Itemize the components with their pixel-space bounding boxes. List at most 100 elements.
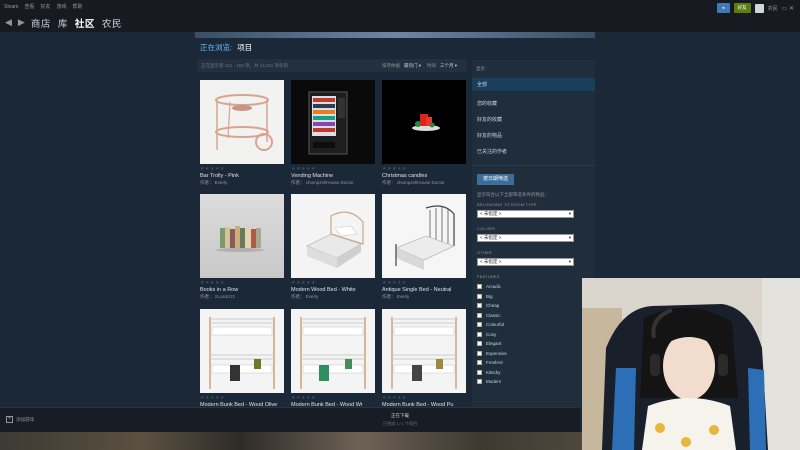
feature-checkbox[interactable]: Big <box>477 292 595 302</box>
workshop-item[interactable]: ★★★★★ Modern Bunk Bed - Wood Wr <box>291 309 375 408</box>
account-name[interactable]: 农民 <box>768 5 778 12</box>
workshop-item[interactable]: ★★★★★ Vending Machine 作者： chompzel/House… <box>291 80 375 186</box>
feature-checkbox[interactable]: Arcadic <box>477 282 595 292</box>
colors-value: < 未指定 > <box>480 235 502 240</box>
filter-apply-button[interactable]: 按日期筛选 <box>477 174 515 185</box>
chevron-down-icon: ▾ <box>568 211 571 216</box>
filter-all[interactable]: 全部 <box>472 78 595 91</box>
feature-checkbox[interactable]: Cheap <box>477 301 595 311</box>
feature-checkbox[interactable]: Classic <box>477 311 595 321</box>
item-thumbnail[interactable] <box>291 80 375 164</box>
item-title[interactable]: Modern Wood Bed - White <box>291 287 375 293</box>
item-title[interactable]: Books in a Row <box>200 287 284 293</box>
item-thumbnail[interactable] <box>200 80 284 164</box>
workshop-item[interactable]: ★★★★★ Modern Wood Bed - White 作者： Everly <box>291 194 375 300</box>
item-title[interactable]: Antique Single Bed - Neutral <box>382 287 466 293</box>
menu-item-steam[interactable]: Steam <box>4 4 18 10</box>
add-game-button[interactable]: + 添加游戏 <box>6 416 34 423</box>
item-title[interactable]: Bar Trolly - Pink <box>200 173 284 179</box>
announcement-button[interactable]: ◂ <box>716 3 730 13</box>
nav-community[interactable]: 社区 <box>75 16 95 30</box>
menu-item-friends[interactable]: 好友 <box>40 3 50 10</box>
nav-library[interactable]: 库 <box>58 16 68 30</box>
menu-bar: Steam 查看 好友 游戏 帮助 <box>0 0 800 13</box>
steam-window: Steam 查看 好友 游戏 帮助 ◂ 好友 农民 ▭ ✕ ◀ ▶ 商店 库 社… <box>0 0 800 450</box>
breadcrumb-current: 项目 <box>237 43 253 52</box>
feature-checkbox[interactable]: Elegant <box>477 339 595 349</box>
checkbox[interactable] <box>477 312 482 318</box>
other-select[interactable]: < 未指定 > ▾ <box>477 258 574 266</box>
filter-friends-items[interactable]: 好友的物品 <box>472 132 595 139</box>
menu-item-view[interactable]: 查看 <box>24 3 34 10</box>
item-author[interactable]: 作者： Everly <box>200 180 284 186</box>
item-title[interactable]: Vending Machine <box>291 173 375 179</box>
checkbox[interactable] <box>477 379 482 385</box>
item-thumbnail[interactable] <box>382 194 466 278</box>
item-thumbnail[interactable] <box>291 309 375 393</box>
checkbox[interactable] <box>477 293 482 299</box>
feature-checkbox[interactable]: Colourful <box>477 320 595 330</box>
feature-checkbox[interactable]: Kitschy <box>477 368 595 378</box>
menu-item-help[interactable]: 帮助 <box>73 3 83 10</box>
nav-profile[interactable]: 农民 <box>102 16 122 30</box>
nav-store[interactable]: 商店 <box>31 16 51 30</box>
workshop-item[interactable]: ★★★★★ Books in a Row 作者： zLLamzzz <box>200 194 284 300</box>
feature-label: Expensive <box>486 350 507 356</box>
item-author[interactable]: 作者： chompzel/House Doctor <box>291 180 375 186</box>
feature-label: FreshAir <box>486 360 504 366</box>
avatar[interactable] <box>754 3 764 13</box>
menu-item-games[interactable]: 游戏 <box>56 3 66 10</box>
header-banner <box>195 32 595 38</box>
feature-checkbox[interactable]: FreshAir <box>477 358 595 368</box>
checkbox[interactable] <box>477 360 482 366</box>
checkbox[interactable] <box>477 284 482 290</box>
friends-button[interactable]: 好友 <box>733 3 751 13</box>
item-thumbnail[interactable] <box>291 194 375 278</box>
workshop-item[interactable]: ★★★★★ Antique Single Bed - Neutral 作者： E… <box>382 194 466 300</box>
workshop-item[interactable]: ★★★★★ Modern Bunk Bed - Wood Pu <box>382 309 466 408</box>
item-thumbnail[interactable] <box>200 194 284 278</box>
item-author[interactable]: 作者： zLLamzzz <box>200 294 284 300</box>
room-type-select[interactable]: < 未指定 > ▾ <box>477 210 574 218</box>
webcam-overlay <box>582 278 800 450</box>
forward-arrow-icon[interactable]: ▶ <box>18 17 25 28</box>
filter-friends-favorites[interactable]: 好友的收藏 <box>472 116 595 123</box>
filter-show-label: 显示 <box>476 66 485 71</box>
rating-stars: ★★★★★ <box>291 166 316 172</box>
item-author[interactable]: 作者： chompzel/House Doctor <box>382 180 466 186</box>
streamer-webcam-image <box>582 278 800 450</box>
feature-label: Arcadic <box>486 284 502 290</box>
checkbox[interactable] <box>477 350 482 356</box>
colors-select[interactable]: < 未指定 > ▾ <box>477 234 574 242</box>
feature-checkbox[interactable]: Cosy <box>477 330 595 340</box>
filter-followed-authors[interactable]: 已关注的作者 <box>472 148 595 155</box>
downloads-status[interactable]: 正在下载 已完成 1 / 1 个项目 <box>370 413 430 427</box>
feature-checkbox[interactable]: Expensive <box>477 349 595 359</box>
window-controls[interactable]: ▭ ✕ <box>782 5 794 12</box>
time-dropdown[interactable]: 三个月 ▾ <box>440 63 457 69</box>
item-author[interactable]: 作者： Everly <box>291 294 375 300</box>
workshop-item[interactable]: ★★★★★ Modern Bunk Bed - Wood Olive <box>200 309 284 408</box>
workshop-item[interactable]: ★★★★★ Christmas candles 作者： chompzel/Hou… <box>382 80 466 186</box>
feature-label: Classic <box>486 312 501 318</box>
item-author[interactable]: 作者： Everly <box>382 294 466 300</box>
item-thumbnail[interactable] <box>382 80 466 164</box>
filter-your-favorites[interactable]: 您的收藏 <box>472 100 595 107</box>
sort-dropdown[interactable]: 最热门 ▾ <box>404 63 421 69</box>
checkbox[interactable] <box>477 369 482 375</box>
rating-stars: ★★★★★ <box>200 395 225 401</box>
back-arrow-icon[interactable]: ◀ <box>5 17 12 28</box>
checkbox[interactable] <box>477 322 482 328</box>
checkbox[interactable] <box>477 341 482 347</box>
item-thumbnail[interactable] <box>382 309 466 393</box>
workshop-item[interactable]: ★★★★★ Bar Trolly - Pink 作者： Everly <box>200 80 284 186</box>
downloads-subtitle: 已完成 1 / 1 个项目 <box>382 421 417 426</box>
nav-bar: ◀ ▶ 商店 库 社区 农民 <box>0 13 800 32</box>
item-title[interactable]: Christmas candles <box>382 173 466 179</box>
checkbox[interactable] <box>477 331 482 337</box>
rating-stars: ★★★★★ <box>382 395 407 401</box>
breadcrumb-section[interactable]: 正在浏览: <box>200 43 232 52</box>
checkbox[interactable] <box>477 303 482 309</box>
item-thumbnail[interactable] <box>200 309 284 393</box>
feature-checkbox[interactable]: Modern <box>477 377 595 387</box>
